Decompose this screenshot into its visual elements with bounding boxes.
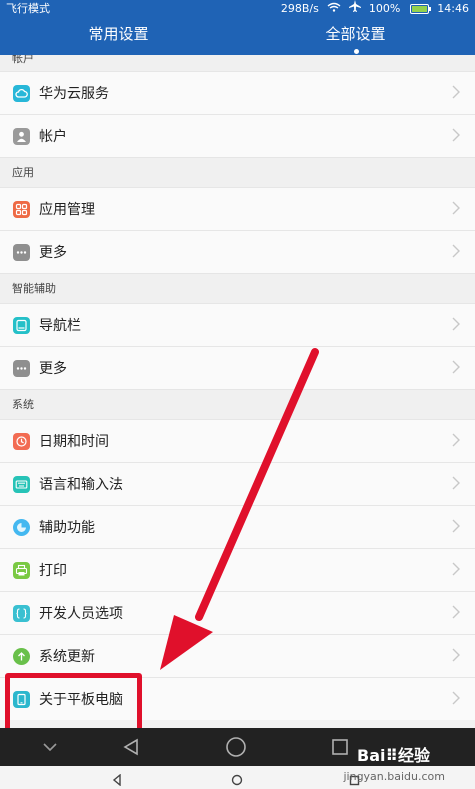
back-icon[interactable] [121, 735, 141, 759]
setting-label: 辅助功能 [39, 520, 95, 536]
back-icon[interactable] [112, 771, 122, 789]
accessibility-icon [13, 518, 30, 536]
setting-label: 华为云服务 [39, 86, 109, 102]
app-grid-icon [13, 200, 30, 218]
chevron-right-icon [452, 648, 460, 662]
setting-label: 更多 [39, 245, 67, 261]
chevron-right-icon [452, 360, 460, 374]
setting-language[interactable]: 语言和输入法 [0, 462, 475, 505]
battery-percent: 100% [368, 2, 401, 15]
setting-label: 系统更新 [39, 649, 95, 665]
chevron-right-icon [452, 562, 460, 576]
section-header-account: 帐户 [0, 55, 475, 71]
clock: 14:46 [437, 2, 469, 15]
tab-all-settings[interactable]: 全部设置 [237, 18, 474, 55]
update-icon [13, 647, 30, 665]
more-icon [13, 243, 30, 261]
setting-app-manage[interactable]: 应用管理 [0, 187, 475, 230]
chevron-right-icon [452, 244, 460, 258]
cloud-icon [13, 84, 30, 102]
chevron-right-icon [452, 317, 460, 331]
status-bar: 飞行模式 298B/s 100% 14:46 [0, 0, 475, 18]
status-right: 298B/s 100% 14:46 [281, 0, 469, 18]
network-speed: 298B/s [280, 2, 319, 15]
setting-label: 导航栏 [39, 318, 81, 334]
airplane-icon [348, 0, 361, 18]
setting-label: 应用管理 [39, 202, 95, 218]
collapse-icon[interactable] [40, 735, 60, 759]
setting-navbar[interactable]: 导航栏 [0, 303, 475, 346]
developer-icon [13, 604, 30, 622]
section-header-assist: 智能辅助 [0, 273, 475, 303]
setting-accessibility[interactable]: 辅助功能 [0, 505, 475, 548]
setting-label: 日期和时间 [39, 434, 109, 450]
settings-tabs: 常用设置 全部设置 [0, 18, 475, 55]
setting-label: 更多 [39, 361, 67, 377]
settings-screen: 飞行模式 298B/s 100% 14:46 常用设置 全部设置 帐户 华为云服… [0, 0, 475, 789]
baidu-watermark: Bai⠿经验 [357, 739, 439, 765]
watermark-url: jingyan.baidu.com [343, 770, 445, 783]
chevron-right-icon [452, 476, 460, 490]
chevron-right-icon [452, 519, 460, 533]
navbar-icon [13, 316, 30, 334]
home-icon[interactable] [224, 735, 248, 759]
person-icon [13, 127, 30, 145]
setting-account[interactable]: 帐户 [0, 114, 475, 157]
section-header-system: 系统 [0, 389, 475, 419]
more-icon [13, 359, 30, 377]
settings-list[interactable]: 帐户 华为云服务 帐户 应用 应用管理 更多 智能辅助 导航栏 更多 系统 日期… [0, 55, 475, 728]
top-bar: 飞行模式 298B/s 100% 14:46 常用设置 全部设置 [0, 0, 475, 55]
tab-common-settings[interactable]: 常用设置 [0, 18, 237, 55]
setting-label: 开发人员选项 [39, 606, 123, 622]
setting-label: 帐户 [39, 129, 67, 145]
setting-developer[interactable]: 开发人员选项 [0, 591, 475, 634]
setting-apps-more[interactable]: 更多 [0, 230, 475, 273]
recents-icon[interactable] [330, 735, 350, 759]
setting-print[interactable]: 打印 [0, 548, 475, 591]
section-header-apps: 应用 [0, 157, 475, 187]
setting-huawei-cloud[interactable]: 华为云服务 [0, 71, 475, 114]
battery-icon [410, 4, 432, 14]
chevron-right-icon [452, 605, 460, 619]
printer-icon [13, 561, 30, 579]
chevron-right-icon [452, 433, 460, 447]
keyboard-icon [13, 475, 30, 493]
setting-datetime[interactable]: 日期和时间 [0, 419, 475, 462]
clock-icon [13, 432, 30, 450]
home-icon[interactable] [231, 771, 243, 789]
chevron-right-icon [452, 85, 460, 99]
chevron-right-icon [452, 201, 460, 215]
setting-assist-more[interactable]: 更多 [0, 346, 475, 389]
setting-label: 打印 [39, 563, 67, 579]
chevron-right-icon [452, 691, 460, 705]
watermark-brand: Bai⠿经验 [357, 746, 430, 765]
airplane-mode-status: 飞行模式 [6, 2, 50, 15]
chevron-right-icon [452, 128, 460, 142]
setting-update[interactable]: 系统更新 [0, 634, 475, 677]
setting-label: 语言和输入法 [39, 477, 123, 493]
wifi-icon [327, 0, 341, 18]
